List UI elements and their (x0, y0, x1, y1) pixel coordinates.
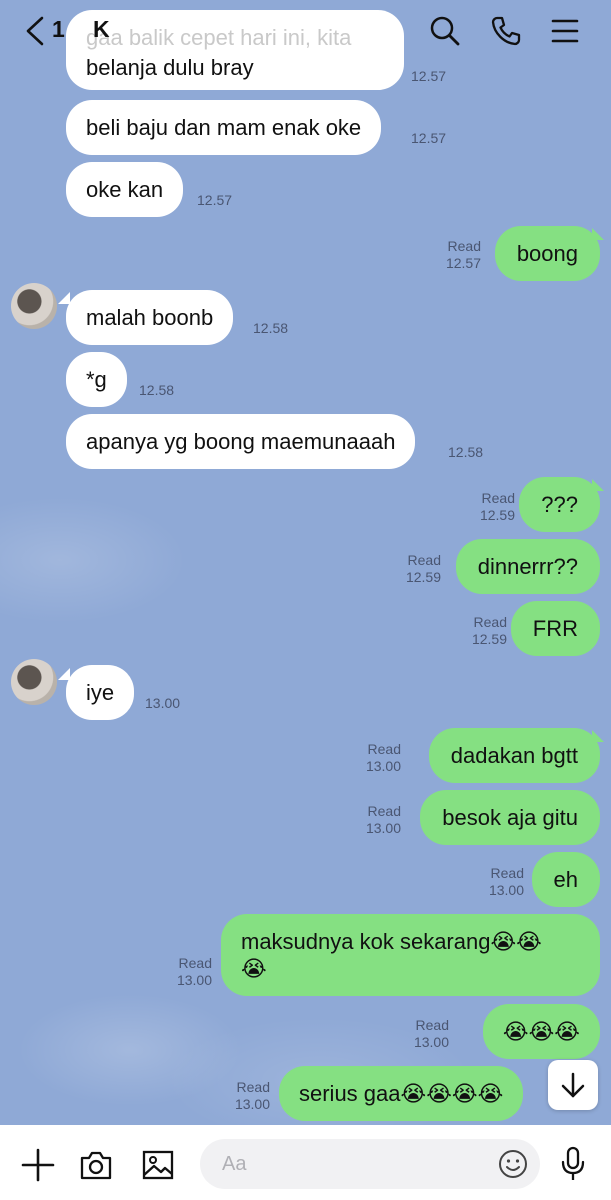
message-bubble-outgoing[interactable]: besok aja gitu (420, 790, 600, 845)
microphone-icon[interactable] (558, 1145, 588, 1183)
bubble-tail (592, 479, 604, 491)
contact-avatar[interactable] (11, 283, 57, 329)
composer-bar: Aa (0, 1125, 611, 1200)
chat-background: gaa balik cepet hari ini, kita belanja d… (0, 0, 611, 1125)
phone-icon[interactable] (489, 14, 523, 48)
message-bubble-incoming[interactable]: beli baju dan mam enak oke (66, 100, 382, 155)
unread-count[interactable]: 1 (52, 16, 65, 43)
scroll-to-bottom-button[interactable] (548, 1060, 598, 1110)
read-receipt: Read 12.57 (445, 238, 481, 271)
search-icon[interactable] (428, 14, 462, 48)
message-time: 12.58 (253, 320, 289, 336)
bubble-tail (592, 730, 604, 742)
read-receipt: Read 13.00 (488, 865, 524, 898)
camera-icon[interactable] (78, 1147, 114, 1183)
message-bubble-outgoing[interactable]: ??? (519, 477, 600, 532)
message-time: 12.57 (197, 192, 233, 208)
smiley-icon[interactable] (498, 1149, 528, 1179)
read-receipt: Read 13.00 (413, 1017, 449, 1050)
chevron-left-icon[interactable] (22, 14, 48, 48)
message-bubble-outgoing[interactable]: boong (494, 226, 600, 281)
message-bubble-outgoing[interactable]: FRR (510, 601, 600, 656)
message-bubble-incoming[interactable]: *g (66, 352, 127, 407)
image-icon[interactable] (140, 1147, 176, 1183)
message-bubble-incoming[interactable]: malah boonb (66, 290, 234, 345)
message-text: maksudnya kok sekarang😭😭 (241, 929, 542, 954)
read-receipt: Read 13.00 (234, 1079, 270, 1112)
message-bubble-outgoing[interactable]: serius gaa😭😭😭😭 (279, 1066, 524, 1121)
message-input[interactable]: Aa (200, 1139, 540, 1189)
message-time: 12.58 (448, 444, 484, 460)
message-time: 12.57 (411, 68, 447, 84)
message-time: 12.57 (411, 130, 447, 146)
read-receipt: Read 12.59 (471, 614, 507, 647)
message-bubble-outgoing[interactable]: eh (531, 852, 600, 907)
message-bubble-outgoing[interactable]: 😭😭😭 (482, 1004, 600, 1059)
read-receipt: Read 13.00 (176, 955, 212, 988)
contact-avatar[interactable] (11, 659, 57, 705)
message-bubble-outgoing[interactable]: dadakan bgtt (428, 728, 600, 783)
message-time: 13.00 (145, 695, 181, 711)
read-receipt: Read 13.00 (365, 803, 401, 836)
read-receipt: Read 12.59 (479, 490, 515, 523)
read-receipt: Read 13.00 (365, 741, 401, 774)
plus-icon[interactable] (20, 1147, 56, 1183)
arrow-down-icon (561, 1072, 585, 1098)
message-bubble-incoming[interactable]: apanya yg boong maemunaaah (66, 414, 416, 469)
message-bubble-outgoing[interactable]: dinnerrr?? (455, 539, 600, 594)
menu-icon[interactable] (549, 15, 581, 47)
chat-header: 1 K (0, 0, 611, 62)
message-input-placeholder: Aa (222, 1153, 247, 1175)
bubble-tail (592, 228, 604, 240)
read-receipt: Read 12.59 (405, 552, 441, 585)
message-bubble-outgoing[interactable]: maksudnya kok sekarang😭😭 😭 (221, 914, 600, 996)
contact-name[interactable]: K (93, 16, 110, 43)
message-bubble-incoming[interactable]: iye (66, 665, 135, 720)
message-bubble-incoming[interactable]: oke kan (66, 162, 184, 217)
bubble-tail (58, 292, 70, 304)
message-time: 12.58 (139, 382, 175, 398)
message-text: 😭 (241, 956, 267, 981)
